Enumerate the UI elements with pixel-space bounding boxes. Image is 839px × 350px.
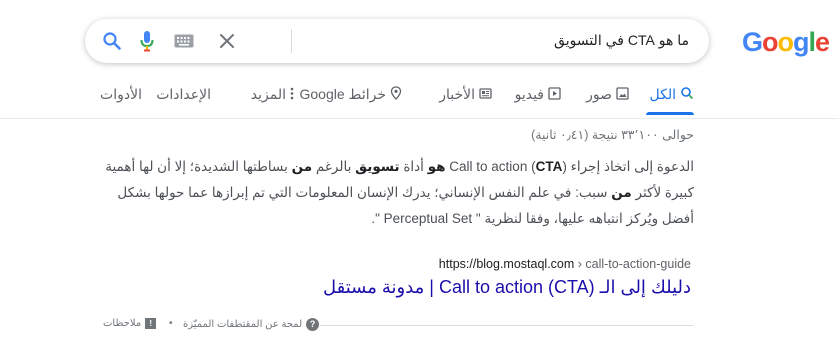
more-vert-icon [290,87,294,103]
help-icon: ? [306,318,320,331]
snippet-bold: هو [427,159,446,174]
snippet-bold: من [291,159,313,174]
search-icon[interactable] [102,31,122,56]
image-icon [616,86,629,103]
search-tabs: الكل صور فيديو الأخبار خرائط Google المز… [0,86,839,116]
snippet-bold: تسويق [355,159,400,174]
feedback-icon: ! [145,318,157,329]
clear-icon[interactable] [217,31,237,56]
tab-all-label: الكل [649,86,677,102]
tab-settings[interactable]: الإعدادات [156,86,211,103]
snippet-part: سبب: في علم النفس الإنساني؛ يدرك الإنسان… [117,185,694,226]
snippet-part: أداة [399,159,428,174]
snippet-bold: من [611,185,632,200]
search-divider [291,29,292,53]
logo-letter-o1: o [761,27,778,57]
tab-tools-label: الأدوات [100,86,142,102]
feedback-link[interactable]: ملاحظات ! [103,318,157,329]
search-input[interactable]: ما هو CTA في التسويق [554,32,689,49]
active-tab-indicator [646,112,694,115]
result-url[interactable]: https://blog.mostaql.com › call-to-actio… [439,257,691,271]
snippet-part: بالرغم [312,159,356,174]
search-small-icon [680,86,694,103]
keyboard-icon[interactable] [174,34,194,53]
about-featured-snippets-link[interactable]: لمحة عن المقتطفات المميّزة ? [183,318,320,331]
tab-maps[interactable]: خرائط Google [300,86,403,103]
tab-maps-label: خرائط Google [299,86,387,102]
news-icon [479,87,492,103]
tabs-divider [0,118,839,119]
snippet-part: الدعوة إلى اتخاذ إجراء ( [562,159,694,174]
feedback-label: ملاحظات [103,318,142,329]
tab-videos-label: فيديو [514,86,544,102]
logo-letter-o2: o [777,27,793,57]
video-icon [548,86,561,103]
tab-more-label: المزيد [250,86,286,102]
search-box[interactable]: ما هو CTA في التسويق [85,19,709,63]
map-pin-icon [390,86,402,103]
google-logo[interactable]: Google [741,27,830,58]
tab-settings-label: الإعدادات [156,86,211,102]
about-label: لمحة عن المقتطفات المميّزة [183,319,303,330]
snippet-footer: ملاحظات ! • لمحة عن المقتطفات المميّزة ? [0,318,839,332]
logo-letter-e: e [814,27,830,57]
result-path: › call-to-action-guide [574,257,691,271]
tab-images[interactable]: صور [586,86,629,103]
tab-more[interactable]: المزيد [251,86,294,103]
mic-icon[interactable] [139,30,155,57]
logo-letter-g: G [741,27,763,57]
footer-divider [320,325,693,326]
featured-snippet-text: الدعوة إلى اتخاذ إجراء (CTA) Call to act… [94,154,694,232]
footer-separator: • [169,318,173,329]
snippet-bold: CTA [535,159,563,174]
tab-news-label: الأخبار [439,86,475,102]
result-stats: حوالى ٣٣٬١٠٠ نتيجة (٠٫٤١ ثانية) [531,128,694,142]
snippet-part: ) Call to action [445,159,536,174]
logo-letter-g2: g [792,27,809,57]
result-domain: https://blog.mostaql.com [438,257,575,271]
tab-images-label: صور [586,86,612,102]
tab-tools[interactable]: الأدوات [100,86,142,103]
tab-videos[interactable]: فيديو [515,86,561,103]
result-title-link[interactable]: دليلك إلى الـ Call to action (CTA) | مدو… [323,277,691,298]
tab-news[interactable]: الأخبار [439,86,492,103]
tab-all[interactable]: الكل [650,86,695,103]
